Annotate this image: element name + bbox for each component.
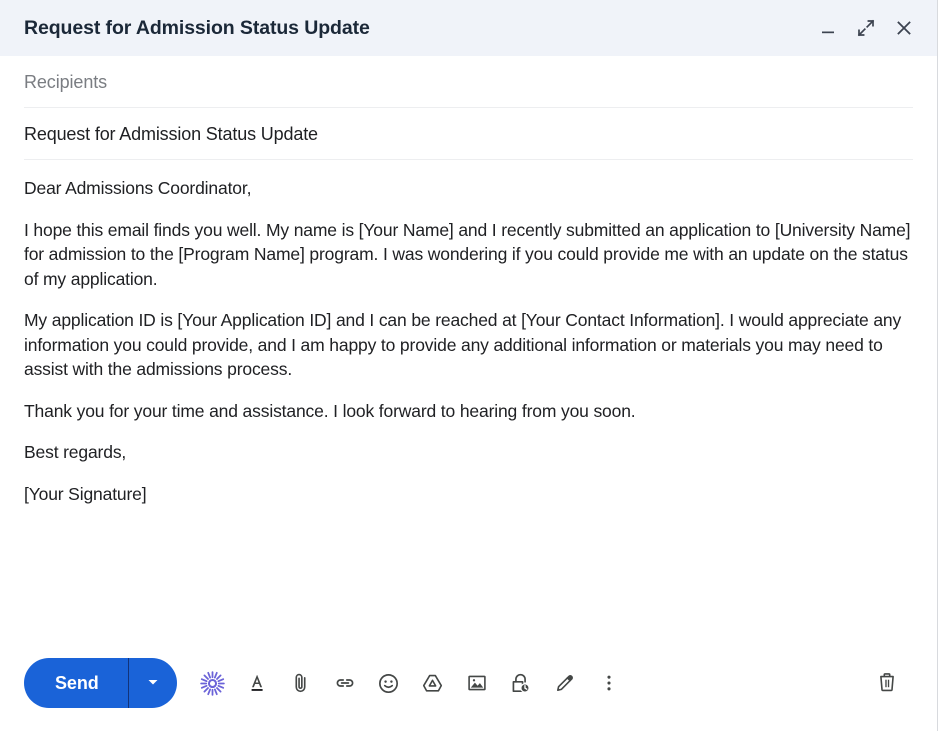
confidential-mode-icon bbox=[508, 671, 533, 696]
more-options-icon bbox=[598, 672, 620, 694]
minimize-icon bbox=[819, 19, 837, 37]
insert-link-button[interactable] bbox=[323, 661, 367, 705]
recipients-input[interactable]: Recipients bbox=[24, 72, 107, 93]
insert-photo-icon bbox=[465, 671, 489, 695]
body-paragraph: I hope this email finds you well. My nam… bbox=[24, 219, 911, 289]
body-paragraph: Thank you for your time and assistance. … bbox=[24, 400, 636, 421]
formatting-options-button[interactable] bbox=[235, 661, 279, 705]
google-drive-icon bbox=[420, 671, 445, 696]
body-paragraph: Dear Admissions Coordinator, bbox=[24, 178, 252, 198]
insert-signature-icon bbox=[553, 671, 577, 695]
insert-emoji-button[interactable] bbox=[367, 661, 411, 705]
send-button[interactable]: Send bbox=[24, 658, 128, 708]
insert-emoji-icon bbox=[376, 671, 401, 696]
chevron-down-icon bbox=[145, 674, 161, 693]
discard-draft-button[interactable] bbox=[865, 661, 909, 705]
recipients-row[interactable]: Recipients bbox=[0, 56, 937, 108]
attach-file-button[interactable] bbox=[279, 661, 323, 705]
more-options-button[interactable] bbox=[587, 661, 631, 705]
compose-window: Request for Admission Status Update Reci… bbox=[0, 0, 938, 731]
minimize-button[interactable] bbox=[813, 13, 843, 43]
body-paragraph: [Your Signature] bbox=[24, 483, 147, 504]
toolbar-icon-group bbox=[191, 661, 631, 705]
send-options-button[interactable] bbox=[129, 658, 177, 708]
send-button-group: Send bbox=[24, 658, 177, 708]
trash-icon bbox=[875, 670, 899, 697]
page-title: Request for Admission Status Update bbox=[24, 16, 370, 39]
message-body[interactable]: Dear Admissions Coordinator, I hope this… bbox=[0, 160, 937, 645]
confidential-mode-button[interactable] bbox=[499, 661, 543, 705]
subject-input[interactable]: Request for Admission Status Update bbox=[24, 124, 318, 145]
expand-icon bbox=[856, 18, 876, 38]
body-paragraph: Best regards, bbox=[24, 442, 127, 462]
insert-drive-file-button[interactable] bbox=[411, 661, 455, 705]
close-icon bbox=[894, 18, 914, 38]
compose-header: Request for Admission Status Update bbox=[0, 0, 937, 56]
insert-photo-button[interactable] bbox=[455, 661, 499, 705]
help-me-write-button[interactable] bbox=[191, 661, 235, 705]
insert-link-icon bbox=[333, 671, 357, 695]
subject-row[interactable]: Request for Admission Status Update bbox=[0, 108, 937, 160]
insert-signature-button[interactable] bbox=[543, 661, 587, 705]
compose-toolbar: Send bbox=[0, 645, 937, 731]
close-button[interactable] bbox=[889, 13, 919, 43]
expand-button[interactable] bbox=[851, 13, 881, 43]
body-paragraph: My application ID is [Your Application I… bbox=[24, 310, 902, 379]
window-controls bbox=[813, 13, 919, 43]
format-text-icon bbox=[245, 671, 269, 695]
attach-file-icon bbox=[289, 672, 312, 695]
gemini-sparkle-icon bbox=[199, 670, 226, 697]
